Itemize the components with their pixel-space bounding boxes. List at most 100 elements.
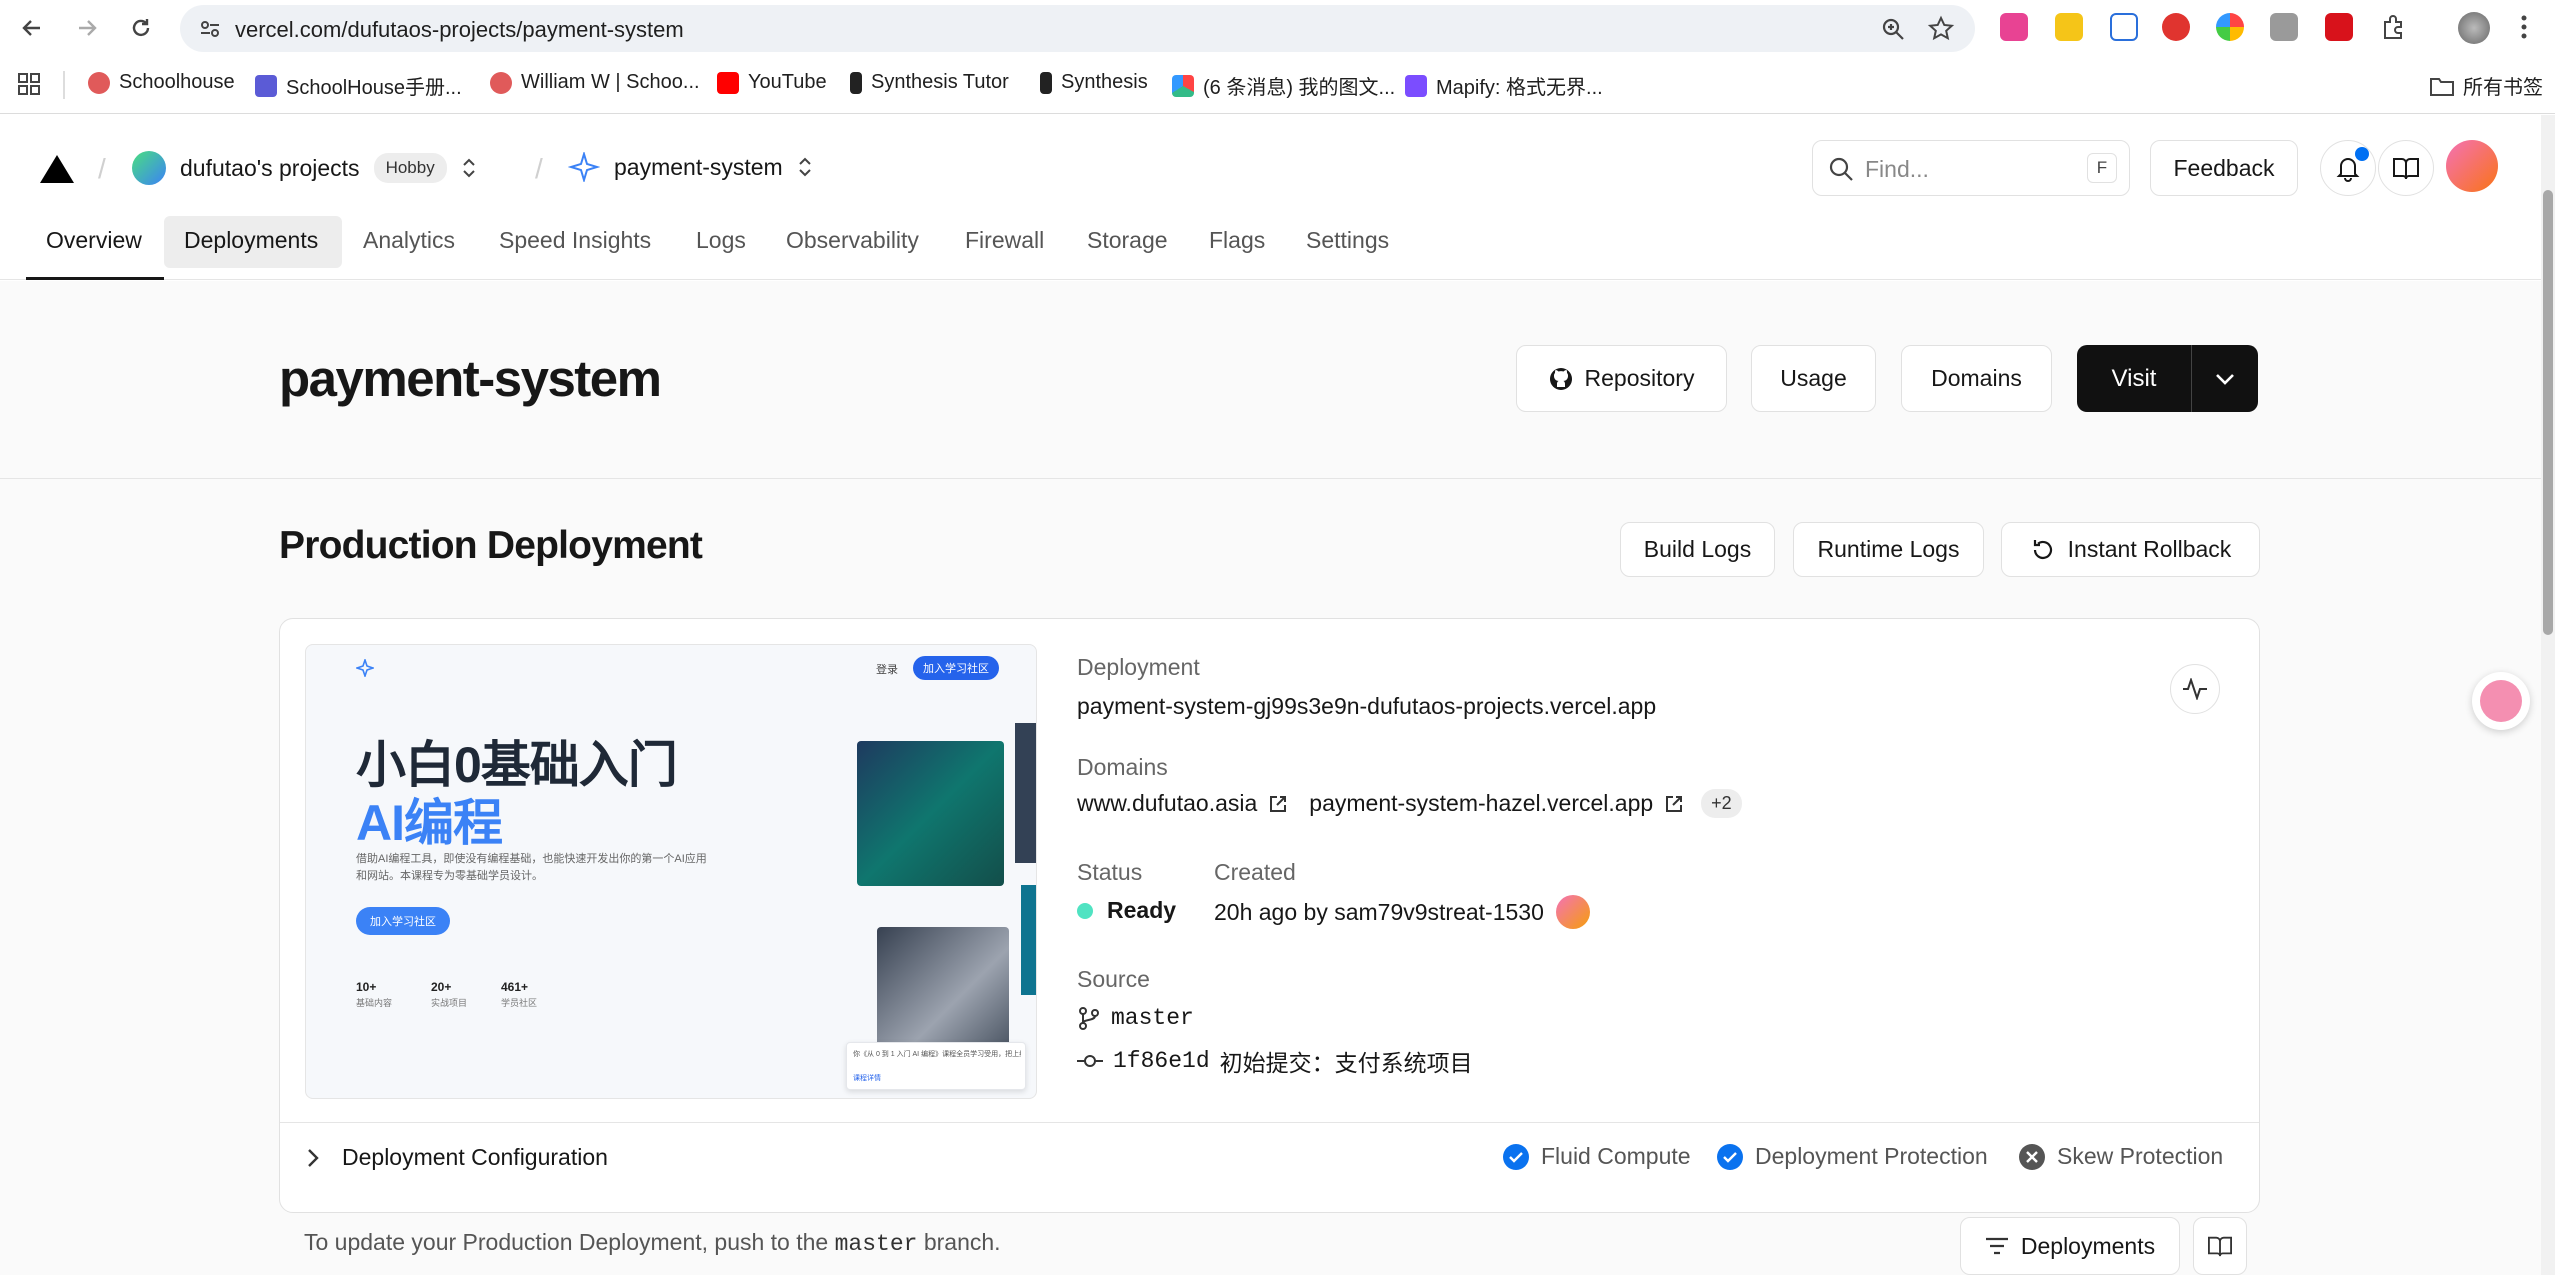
- extension-gray-icon[interactable]: [2270, 13, 2298, 41]
- fluid-compute-feature: Fluid Compute: [1503, 1143, 1691, 1170]
- all-bookmarks[interactable]: 所有书签: [2430, 71, 2543, 100]
- forward-icon[interactable]: [72, 13, 102, 43]
- docs-button[interactable]: [2378, 140, 2434, 196]
- extension-yellow-icon[interactable]: [2055, 13, 2083, 41]
- extension-red-icon[interactable]: [2162, 13, 2190, 41]
- tab-observability[interactable]: Observability: [786, 227, 919, 254]
- bookmarks-divider: [63, 71, 65, 99]
- bookmark-william[interactable]: William W | Schoo...: [490, 71, 700, 94]
- user-avatar[interactable]: [2446, 140, 2498, 192]
- back-icon[interactable]: [17, 13, 47, 43]
- runtime-logs-button[interactable]: Runtime Logs: [1793, 522, 1984, 577]
- tab-overview[interactable]: Overview: [46, 227, 142, 254]
- tab-deployments[interactable]: Deployments: [184, 227, 318, 254]
- reload-icon[interactable]: [126, 13, 156, 43]
- browser-menu-icon[interactable]: [2520, 14, 2528, 40]
- zoom-icon[interactable]: [1880, 16, 1906, 42]
- bookmark-messages[interactable]: (6 条消息) 我的图文...: [1172, 71, 1395, 100]
- update-instructions: To update your Production Deployment, pu…: [304, 1229, 1001, 1257]
- site-info-icon[interactable]: [198, 17, 222, 41]
- project-switcher[interactable]: payment-system: [568, 152, 813, 182]
- deployment-configuration-toggle[interactable]: Deployment Configuration: [306, 1144, 608, 1171]
- extension-v-icon[interactable]: [2325, 13, 2353, 41]
- tab-settings[interactable]: Settings: [1306, 227, 1389, 254]
- notifications-button[interactable]: [2320, 140, 2376, 196]
- git-commit-icon: [1077, 1055, 1103, 1067]
- source-label: Source: [1077, 966, 1150, 992]
- domain-link[interactable]: www.dufutao.asia: [1077, 790, 1257, 817]
- deployments-button[interactable]: Deployments: [1960, 1217, 2180, 1275]
- vercel-logo-icon[interactable]: [40, 155, 74, 183]
- tab-logs[interactable]: Logs: [696, 227, 746, 254]
- project-title-section: payment-system Repository Usage Domains …: [0, 281, 2555, 479]
- extension-translate-icon[interactable]: [2000, 13, 2028, 41]
- source-commit[interactable]: 1f86e1d 初始提交：支付系统项目: [1077, 1044, 1473, 1078]
- tab-analytics[interactable]: Analytics: [363, 227, 455, 254]
- domains-button[interactable]: Domains: [1901, 345, 2052, 412]
- feedback-button[interactable]: Feedback: [2150, 140, 2298, 196]
- rollback-icon: [2033, 539, 2052, 559]
- bookmark-youtube[interactable]: YouTube: [717, 71, 827, 94]
- skew-protection-feature: Skew Protection: [2019, 1143, 2223, 1170]
- search-input[interactable]: Find... F: [1812, 140, 2130, 196]
- breadcrumb-separator: /: [535, 153, 543, 184]
- chevron-updown-icon[interactable]: [461, 156, 477, 180]
- instant-rollback-button[interactable]: Instant Rollback: [2001, 522, 2260, 577]
- status-value: Ready: [1077, 897, 1176, 924]
- tab-storage[interactable]: Storage: [1087, 227, 1168, 254]
- page-scrollbar[interactable]: [2541, 115, 2555, 1275]
- bookmark-synthesis-tutor[interactable]: Synthesis Tutor: [850, 71, 1009, 94]
- preview-image-strip: [1015, 723, 1036, 863]
- active-tab-indicator: [26, 277, 164, 280]
- bookmark-mapify[interactable]: Mapify: 格式无界...: [1405, 71, 1603, 100]
- bookmark-schoolhouse-manual[interactable]: SchoolHouse手册...: [255, 71, 462, 100]
- search-icon: [1829, 157, 1853, 181]
- folder-icon: [2430, 77, 2454, 96]
- deployment-preview[interactable]: 登录 加入学习社区 小白0基础入门 AI编程 借助AI编程工具，即使没有编程基础…: [305, 644, 1037, 1099]
- docs-small-button[interactable]: [2193, 1217, 2247, 1275]
- browser-profile-avatar[interactable]: [2458, 12, 2490, 44]
- domain-link[interactable]: payment-system-hazel.vercel.app: [1309, 790, 1653, 817]
- creator-avatar[interactable]: [1555, 895, 1590, 929]
- scrollbar-thumb[interactable]: [2543, 190, 2553, 635]
- book-icon: [2393, 158, 2419, 180]
- url-text[interactable]: vercel.com/dufutaos-projects/payment-sys…: [235, 17, 684, 43]
- notification-dot: [2355, 147, 2369, 161]
- visit-button[interactable]: Visit: [2077, 345, 2192, 412]
- team-switcher[interactable]: dufutao's projects Hobby: [132, 151, 477, 185]
- bookmarks-bar: Schoolhouse SchoolHouse手册... William W |…: [0, 57, 2555, 114]
- activity-icon: [2183, 678, 2207, 700]
- deployment-url-link[interactable]: payment-system-gj99s3e9n-dufutaos-projec…: [1077, 693, 1656, 720]
- apps-grid-icon[interactable]: [18, 73, 40, 95]
- translate-icon: [2480, 680, 2522, 722]
- preview-image-person: [857, 741, 1004, 886]
- browser-toolbar: vercel.com/dufutaos-projects/payment-sys…: [0, 0, 2555, 57]
- extension-scissors-icon[interactable]: [2110, 13, 2138, 41]
- external-link-icon: [1270, 795, 1287, 812]
- chevron-right-icon: [308, 1148, 319, 1167]
- tab-speed-insights[interactable]: Speed Insights: [499, 227, 651, 254]
- address-bar[interactable]: vercel.com/dufutaos-projects/payment-sys…: [180, 5, 1975, 52]
- source-branch[interactable]: master: [1077, 1005, 1194, 1031]
- tab-firewall[interactable]: Firewall: [965, 227, 1044, 254]
- extensions-puzzle-icon[interactable]: [2380, 13, 2408, 41]
- repository-button[interactable]: Repository: [1516, 345, 1727, 412]
- visit-button-group: Visit: [2077, 345, 2258, 412]
- bookmark-favicon: [1405, 74, 1427, 97]
- bookmark-schoolhouse[interactable]: Schoolhouse: [88, 71, 235, 94]
- build-logs-button[interactable]: Build Logs: [1620, 522, 1775, 577]
- translate-widget-button[interactable]: [2472, 672, 2530, 730]
- chevron-updown-icon[interactable]: [797, 155, 813, 179]
- activity-button[interactable]: [2170, 664, 2220, 714]
- usage-button[interactable]: Usage: [1751, 345, 1876, 412]
- visit-dropdown-button[interactable]: [2192, 345, 2258, 412]
- more-domains-badge[interactable]: +2: [1701, 789, 1742, 818]
- tab-flags[interactable]: Flags: [1209, 227, 1265, 254]
- main-content: payment-system Repository Usage Domains …: [0, 281, 2555, 1275]
- bookmark-favicon: [255, 74, 277, 97]
- bookmark-star-icon[interactable]: [1927, 15, 1955, 43]
- created-value: 20h ago by sam79v9streat-1530: [1214, 895, 1590, 929]
- extension-color-icon[interactable]: [2216, 13, 2244, 41]
- git-branch-icon: [1079, 1007, 1099, 1030]
- bookmark-synthesis[interactable]: Synthesis: [1040, 71, 1148, 94]
